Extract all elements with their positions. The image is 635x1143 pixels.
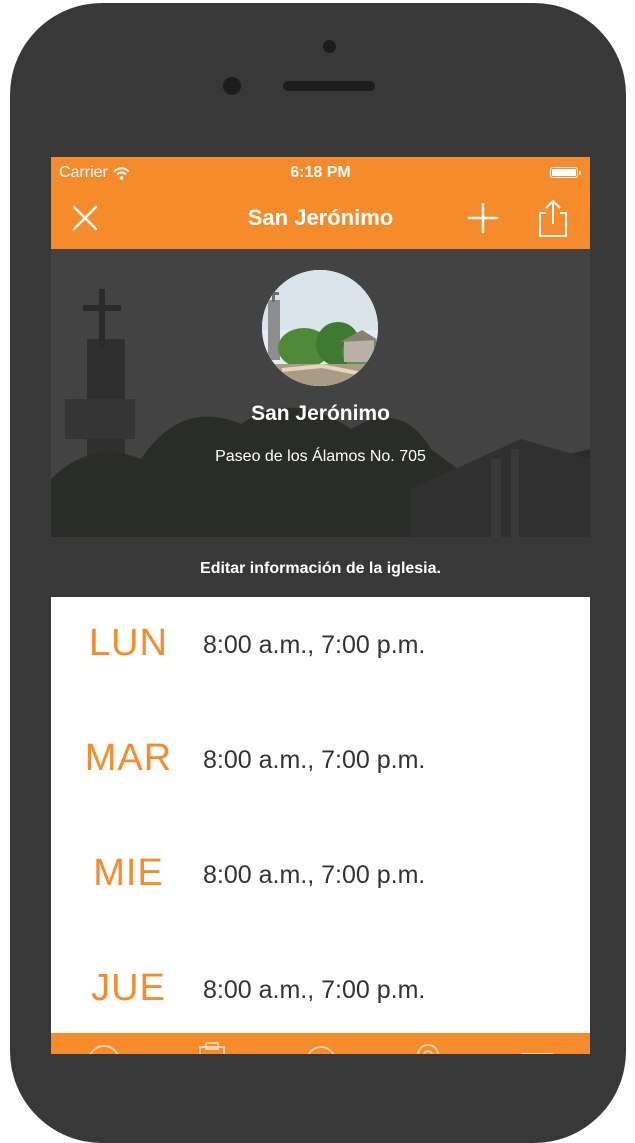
front-sensor — [323, 40, 336, 53]
tab-clock[interactable] — [84, 1041, 124, 1054]
list-item[interactable]: MIE 8:00 a.m., 7:00 p.m. — [51, 827, 590, 942]
day-label: JUE — [91, 967, 166, 1009]
mass-times: 8:00 a.m., 7:00 p.m. — [203, 746, 426, 774]
tab-location[interactable] — [301, 1041, 341, 1054]
battery-icon — [550, 167, 581, 178]
pin-icon — [417, 1044, 439, 1054]
church-address: Paseo de los Álamos No. 705 — [215, 448, 426, 465]
tab-pin[interactable] — [408, 1041, 448, 1054]
tab-bar — [51, 1033, 590, 1054]
clipboard-icon — [199, 1042, 225, 1054]
tab-menu[interactable] — [517, 1041, 557, 1054]
day-label: MAR — [84, 737, 173, 779]
list-item[interactable]: LUN 8:00 a.m., 7:00 p.m. — [51, 597, 590, 712]
page-title: San Jerónimo — [247, 205, 394, 230]
front-camera — [223, 77, 241, 95]
location-icon — [307, 1046, 335, 1054]
church-avatar — [262, 270, 378, 386]
menu-icon — [521, 1053, 553, 1054]
app-screen: Carrier 6:18 PM San Jerónimo San Jerónim… — [51, 157, 590, 1054]
church-header: San Jerónimo Paseo de los Álamos No. 705… — [51, 249, 590, 597]
navigation-bar: San Jerónimo — [51, 188, 590, 249]
earpiece-speaker — [283, 81, 375, 91]
share-button[interactable] — [533, 198, 573, 238]
mass-times: 8:00 a.m., 7:00 p.m. — [203, 976, 426, 1004]
status-time: 6:18 PM — [290, 164, 351, 181]
church-photo — [262, 270, 378, 386]
edit-church-info-link[interactable]: Editar información de la iglesia. — [51, 560, 590, 578]
clock-icon — [89, 1045, 119, 1054]
mass-times: 8:00 a.m., 7:00 p.m. — [203, 631, 426, 659]
day-label: LUN — [88, 622, 169, 664]
mass-times: 8:00 a.m., 7:00 p.m. — [203, 861, 426, 889]
list-item[interactable]: MAR 8:00 a.m., 7:00 p.m. — [51, 712, 590, 827]
status-bar: Carrier 6:18 PM — [51, 157, 590, 188]
day-label: MIE — [93, 852, 164, 894]
plus-icon — [467, 202, 499, 234]
add-button[interactable] — [463, 198, 503, 238]
tab-clipboard[interactable] — [192, 1041, 232, 1054]
share-icon — [539, 200, 567, 237]
edit-info-bar: Editar información de la iglesia. — [51, 537, 590, 597]
church-name: San Jerónimo — [251, 402, 390, 425]
